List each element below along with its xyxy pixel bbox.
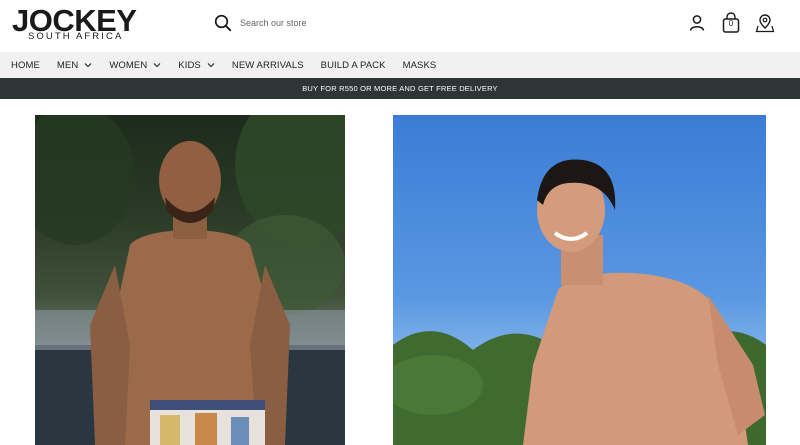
nav-item-women[interactable]: WOMEN (109, 60, 161, 71)
cart-icon[interactable]: 0 (720, 12, 742, 34)
brand-subtitle: SOUTH AFRICA (28, 31, 124, 42)
nav-item-home[interactable]: HOME (11, 60, 40, 71)
search-icon[interactable] (214, 14, 232, 32)
main-nav: HOME MEN WOMEN KIDS NEW ARRIVALS BUILD A… (0, 52, 800, 78)
nav-item-men[interactable]: MEN (57, 60, 92, 71)
site-header: JOCKEY SOUTH AFRICA 0 (0, 0, 800, 52)
chevron-down-icon (207, 61, 215, 69)
model-photo-left (35, 115, 345, 445)
cart-count: 0 (728, 19, 734, 28)
nav-item-label: KIDS (178, 59, 201, 71)
nav-item-label: HOME (11, 59, 40, 71)
nav-item-masks[interactable]: MASKS (403, 60, 437, 71)
promo-text: BUY FOR R550 OR MORE AND GET FREE DELIVE… (302, 84, 498, 93)
product-image-left[interactable] (35, 115, 345, 445)
store-locator-icon[interactable] (754, 12, 776, 34)
product-image-right[interactable] (393, 115, 766, 445)
model-photo-right (393, 159, 766, 445)
brand-logo[interactable]: JOCKEY SOUTH AFRICA (12, 5, 152, 43)
chevron-down-icon (84, 61, 92, 69)
nav-item-label: MEN (56, 59, 79, 71)
nav-item-label: BUILD A PACK (320, 59, 386, 71)
nav-item-build-a-pack[interactable]: BUILD A PACK (321, 60, 386, 71)
nav-item-new-arrivals[interactable]: NEW ARRIVALS (232, 60, 304, 71)
nav-item-label: MASKS (402, 59, 437, 71)
header-icons: 0 (686, 12, 776, 34)
account-icon[interactable] (686, 12, 708, 34)
nav-item-label: WOMEN (109, 59, 148, 71)
chevron-down-icon (153, 61, 161, 69)
promo-banner: BUY FOR R550 OR MORE AND GET FREE DELIVE… (0, 78, 800, 99)
search-input[interactable] (240, 18, 400, 28)
nav-item-kids[interactable]: KIDS (178, 60, 215, 71)
nav-item-label: NEW ARRIVALS (231, 59, 304, 71)
search-bar (214, 12, 414, 34)
